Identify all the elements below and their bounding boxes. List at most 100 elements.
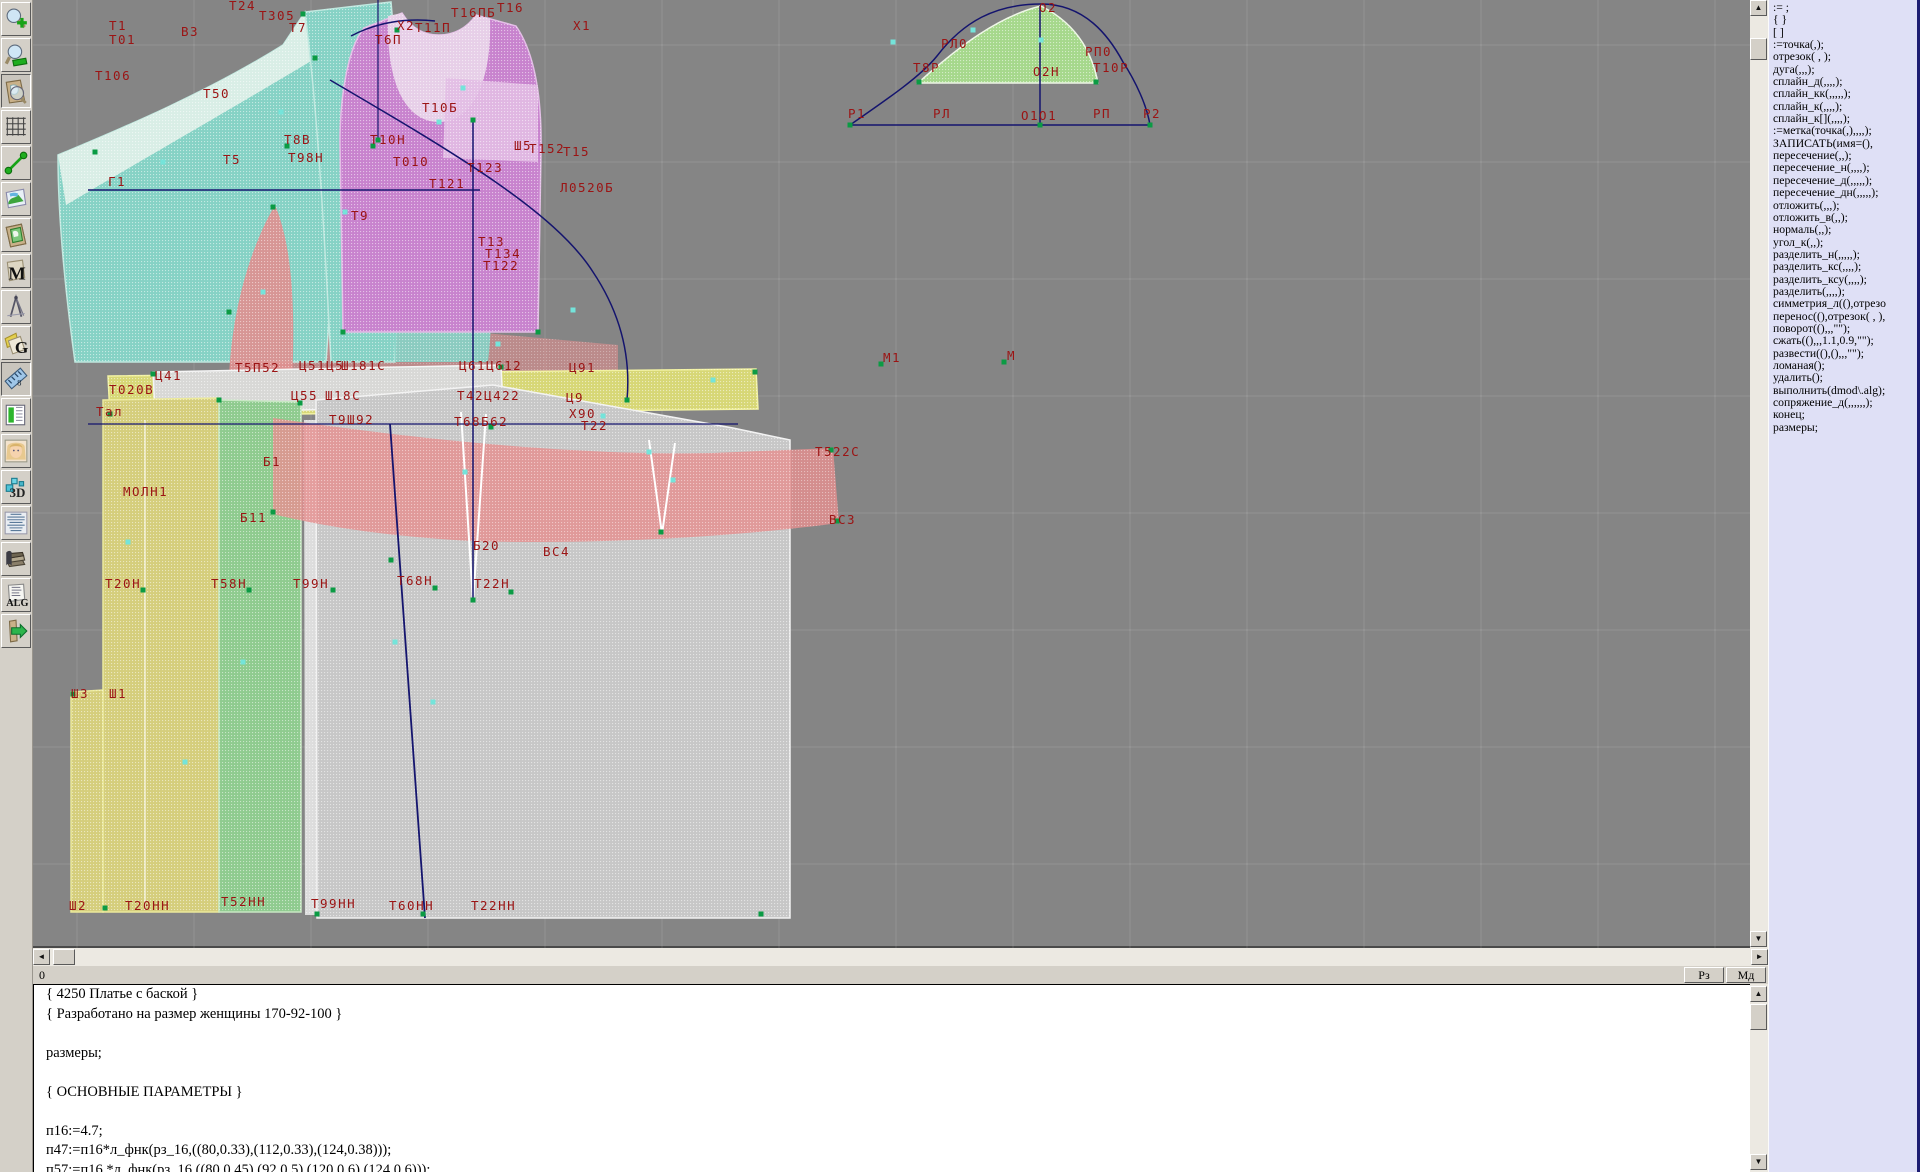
portrait-icon[interactable] <box>1 434 31 468</box>
command-item[interactable]: разделить_н(,,,,,); <box>1773 249 1920 261</box>
point-marker-cyan[interactable] <box>161 160 166 165</box>
command-item[interactable]: разделить(,,,,); <box>1773 286 1920 298</box>
command-item[interactable]: симметрия_л((),отрезо <box>1773 298 1920 310</box>
editor-vscroll-thumb[interactable] <box>1750 1004 1767 1030</box>
point-marker-cyan[interactable] <box>463 470 468 475</box>
command-item[interactable]: [ ] <box>1773 27 1920 39</box>
point-marker-green[interactable] <box>1148 123 1153 128</box>
command-item[interactable]: := ; <box>1773 2 1920 14</box>
point-marker-green[interactable] <box>217 398 222 403</box>
algorithm-editor[interactable]: { 4250 Платье с баской }{ Разработано на… <box>33 984 1750 1172</box>
pattern-canvas[interactable]: Т1Т01Т106Т50Т5Г1Т24Т305ВЗТ7Х2Т6ПТ11ПТ16П… <box>33 0 1750 948</box>
letter-g-icon[interactable]: G <box>1 326 31 360</box>
point-marker-green[interactable] <box>536 330 541 335</box>
point-marker-green[interactable] <box>331 588 336 593</box>
command-item[interactable]: ЗАПИСАТЬ(имя=(), <box>1773 138 1920 150</box>
command-item[interactable]: удалить(); <box>1773 372 1920 384</box>
point-marker-cyan[interactable] <box>647 450 652 455</box>
point-marker-green[interactable] <box>1094 80 1099 85</box>
command-item[interactable]: сопряжение_д(,,,,,,); <box>1773 397 1920 409</box>
point-marker-green[interactable] <box>471 118 476 123</box>
point-marker-green[interactable] <box>1002 360 1007 365</box>
zoom-in-icon[interactable] <box>1 2 31 36</box>
rz-button[interactable]: Рз <box>1684 967 1724 983</box>
drafting-icon[interactable] <box>1 290 31 324</box>
canvas-hscroll-thumb[interactable] <box>53 949 75 965</box>
ruler-icon[interactable]: 8 <box>1 362 31 396</box>
point-marker-green[interactable] <box>313 56 318 61</box>
point-marker-cyan[interactable] <box>571 308 576 313</box>
canvas-vscroll[interactable]: ▲ ▼ <box>1750 0 1768 948</box>
segment-icon[interactable] <box>1 146 31 180</box>
point-marker-cyan[interactable] <box>183 760 188 765</box>
command-item[interactable]: дуга(,,,); <box>1773 64 1920 76</box>
scroll-left-icon[interactable]: ◄ <box>33 949 50 965</box>
pattern-piece-icon[interactable] <box>1 218 31 252</box>
point-marker-cyan[interactable] <box>343 210 348 215</box>
point-marker-green[interactable] <box>471 598 476 603</box>
point-marker-green[interactable] <box>93 150 98 155</box>
editor-scroll-down-icon[interactable]: ▼ <box>1750 1154 1767 1170</box>
command-item[interactable]: пересечение_н(,,,,); <box>1773 162 1920 174</box>
command-item[interactable]: поворот((),,,""); <box>1773 323 1920 335</box>
point-marker-cyan[interactable] <box>671 478 676 483</box>
point-marker-green[interactable] <box>141 588 146 593</box>
command-item[interactable]: пересечение(,,); <box>1773 150 1920 162</box>
alg-icon[interactable]: ALG <box>1 578 31 612</box>
editor-vscroll[interactable]: ▲ ▼ <box>1750 984 1768 1172</box>
point-marker-green[interactable] <box>753 370 758 375</box>
command-item[interactable]: пересечение_д(,,,,,); <box>1773 175 1920 187</box>
command-item[interactable]: ломаная(); <box>1773 360 1920 372</box>
point-marker-green[interactable] <box>271 510 276 515</box>
command-item[interactable]: сжать((),,,1.1,0.9,""); <box>1773 335 1920 347</box>
point-marker-cyan[interactable] <box>437 120 442 125</box>
books-icon[interactable] <box>1 542 31 576</box>
grid-icon[interactable] <box>1 110 31 144</box>
command-item[interactable]: отрезок( , ); <box>1773 51 1920 63</box>
point-marker-cyan[interactable] <box>431 700 436 705</box>
command-item[interactable]: конец; <box>1773 409 1920 421</box>
three-d-icon[interactable]: 3D <box>1 470 31 504</box>
point-marker-cyan[interactable] <box>1039 38 1044 43</box>
command-item[interactable]: угол_к(,,); <box>1773 237 1920 249</box>
point-marker-green[interactable] <box>625 398 630 403</box>
command-item[interactable]: отложить_в(,,); <box>1773 212 1920 224</box>
point-marker-green[interactable] <box>227 310 232 315</box>
point-marker-green[interactable] <box>433 586 438 591</box>
command-item[interactable]: размеры; <box>1773 422 1920 434</box>
point-marker-green[interactable] <box>917 80 922 85</box>
point-marker-cyan[interactable] <box>393 640 398 645</box>
command-item[interactable]: сплайн_к[](,,,,); <box>1773 113 1920 125</box>
letter-m-icon[interactable]: M <box>1 254 31 288</box>
command-item[interactable]: разделить_кс(,,,,); <box>1773 261 1920 273</box>
editor-scroll-up-icon[interactable]: ▲ <box>1750 986 1767 1002</box>
point-marker-green[interactable] <box>315 912 320 917</box>
scroll-up-icon[interactable]: ▲ <box>1750 0 1767 16</box>
point-marker-green[interactable] <box>271 205 276 210</box>
scroll-down-icon[interactable]: ▼ <box>1750 931 1767 947</box>
listing-icon[interactable] <box>1 506 31 540</box>
command-item[interactable]: сплайн_кк(,,,,,); <box>1773 88 1920 100</box>
command-item[interactable]: { } <box>1773 14 1920 26</box>
exit-icon[interactable] <box>1 614 31 648</box>
point-marker-green[interactable] <box>759 912 764 917</box>
point-marker-cyan[interactable] <box>126 540 131 545</box>
command-item[interactable]: пересечение_дн(,,,,,); <box>1773 187 1920 199</box>
image-icon[interactable] <box>1 182 31 216</box>
point-marker-green[interactable] <box>389 558 394 563</box>
point-marker-cyan[interactable] <box>261 290 266 295</box>
point-marker-green[interactable] <box>247 588 252 593</box>
point-marker-cyan[interactable] <box>279 110 284 115</box>
command-item[interactable]: отложить(,,,); <box>1773 200 1920 212</box>
command-item[interactable]: сплайн_к(,,,,); <box>1773 101 1920 113</box>
point-marker-green[interactable] <box>301 12 306 17</box>
point-marker-green[interactable] <box>1038 123 1043 128</box>
zoom-sheet-icon[interactable] <box>1 38 31 72</box>
point-marker-cyan[interactable] <box>461 86 466 91</box>
point-marker-green[interactable] <box>341 330 346 335</box>
point-marker-cyan[interactable] <box>971 28 976 33</box>
view-piece-icon[interactable] <box>1 74 31 108</box>
command-item[interactable]: развести((),(),,,""); <box>1773 348 1920 360</box>
command-item[interactable]: :=точка(,); <box>1773 39 1920 51</box>
command-item[interactable]: перенос((),отрезок( , ), <box>1773 311 1920 323</box>
